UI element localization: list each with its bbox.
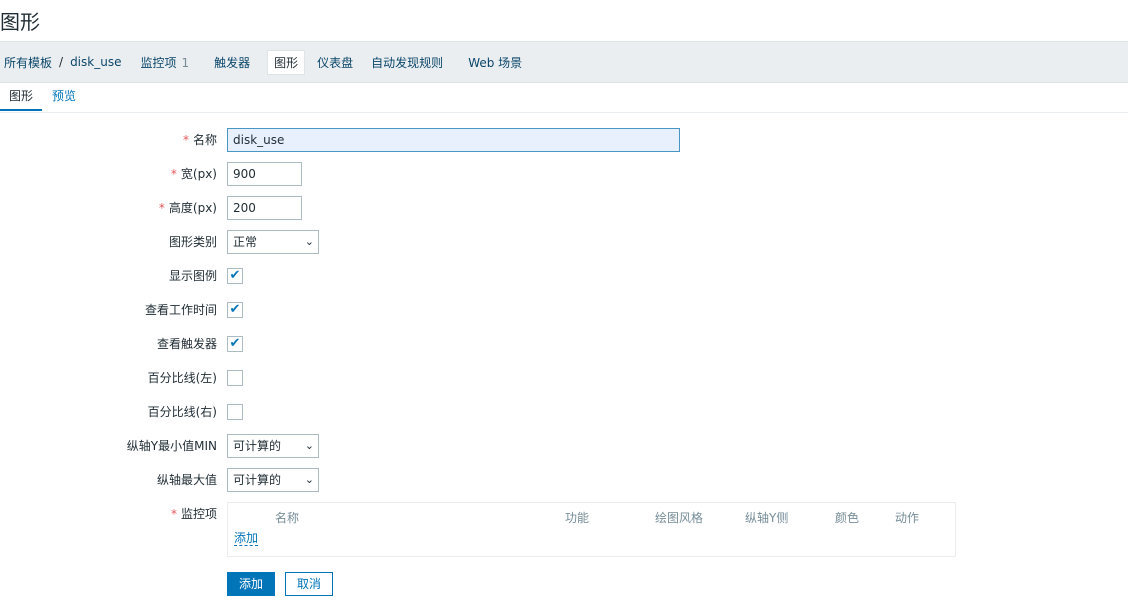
row-percentile-left: 百分比线(左) xyxy=(0,366,1128,392)
row-show-triggers: 查看触发器 ✔ xyxy=(0,332,1128,358)
items-col-name: 名称 xyxy=(275,511,300,525)
items-col-y-side: 纵轴Y侧 xyxy=(745,511,789,525)
subtab-preview[interactable]: 预览 xyxy=(52,82,76,111)
ymin-value: 可计算的 xyxy=(233,439,282,453)
tab-items-label: 监控项 xyxy=(140,55,177,70)
percentile-right-checkbox[interactable] xyxy=(227,404,243,420)
items-col-color: 颜色 xyxy=(835,511,860,525)
row-show-working-time: 查看工作时间 ✔ xyxy=(0,298,1128,324)
tab-items-count: 1 xyxy=(181,55,190,70)
row-graph-type: 图形类别 正常 ⌄ xyxy=(0,230,1128,256)
row-width: * 宽(px) xyxy=(0,162,1128,188)
tab-triggers[interactable]: 触发器 xyxy=(208,51,256,74)
page-title: 图形 xyxy=(0,10,40,34)
row-percentile-right: 百分比线(右) xyxy=(0,400,1128,426)
chevron-down-icon: ⌄ xyxy=(304,235,314,248)
name-input[interactable] xyxy=(227,128,680,152)
check-icon: ✔ xyxy=(229,268,241,283)
breadcrumb-all-templates[interactable]: 所有模板 xyxy=(4,54,52,71)
required-mark: * xyxy=(158,201,165,215)
ymax-select[interactable]: 可计算的 ⌄ xyxy=(227,468,319,492)
check-icon: ✔ xyxy=(229,302,241,317)
graph-type-value: 正常 xyxy=(233,235,258,249)
tab-dashboards[interactable]: 仪表盘 xyxy=(311,51,359,74)
show-working-time-checkbox[interactable]: ✔ xyxy=(227,302,243,318)
height-input[interactable] xyxy=(227,196,302,220)
required-mark: * xyxy=(170,507,177,521)
height-label: * 高度(px) xyxy=(159,196,217,222)
required-mark: * xyxy=(170,167,177,181)
chevron-down-icon: ⌄ xyxy=(304,439,314,452)
tab-discovery[interactable]: 自动发现规则 xyxy=(365,51,449,74)
tab-graphs[interactable]: 图形 xyxy=(267,49,306,75)
breadcrumb-template[interactable]: disk_use xyxy=(70,55,121,69)
percentile-right-label: 百分比线(右) xyxy=(147,405,217,419)
ymax-label: 纵轴最大值 xyxy=(156,473,217,487)
row-height: * 高度(px) xyxy=(0,196,1128,222)
tab-web[interactable]: Web 场景 xyxy=(462,51,528,74)
cancel-button[interactable]: 取消 xyxy=(285,572,333,596)
form-tabs: 图形 预览 xyxy=(0,82,1128,113)
items-table: 名称 功能 绘图风格 纵轴Y侧 颜色 动作 添加 xyxy=(227,502,956,557)
name-label: * 名称 xyxy=(183,128,217,154)
ymax-value: 可计算的 xyxy=(233,473,282,487)
subtab-graph[interactable]: 图形 xyxy=(0,82,42,111)
name-label-text: 名称 xyxy=(192,133,217,147)
check-icon: ✔ xyxy=(229,336,241,351)
width-input[interactable] xyxy=(227,162,302,186)
width-label-text: 宽(px) xyxy=(180,167,217,181)
items-col-function: 功能 xyxy=(565,511,590,525)
items-col-action: 动作 xyxy=(895,511,920,525)
ymin-select[interactable]: 可计算的 ⌄ xyxy=(227,434,319,458)
chevron-down-icon: ⌄ xyxy=(304,473,314,486)
row-show-legend: 显示图例 ✔ xyxy=(0,264,1128,290)
breadcrumb-separator: / xyxy=(59,55,64,69)
tab-items[interactable]: 监控项 1 xyxy=(134,51,195,74)
percentile-left-checkbox[interactable] xyxy=(227,370,243,386)
show-triggers-label: 查看触发器 xyxy=(156,337,217,351)
items-col-draw-style: 绘图风格 xyxy=(655,511,704,525)
ymin-label: 纵轴Y最小值MIN xyxy=(126,439,217,453)
graph-type-label: 图形类别 xyxy=(168,235,217,249)
show-triggers-checkbox[interactable]: ✔ xyxy=(227,336,243,352)
row-ymin: 纵轴Y最小值MIN 可计算的 ⌄ xyxy=(0,434,1128,460)
graph-type-select[interactable]: 正常 ⌄ xyxy=(227,230,319,254)
show-legend-label: 显示图例 xyxy=(168,269,217,283)
items-label: * 监控项 xyxy=(171,502,217,528)
items-label-text: 监控项 xyxy=(180,507,217,521)
breadcrumb: 所有模板 / disk_use 监控项 1 触发器 图形 仪表盘 自动发现规则 W… xyxy=(4,42,528,82)
percentile-left-label: 百分比线(左) xyxy=(147,371,217,385)
row-name: * 名称 xyxy=(0,128,1128,154)
height-label-text: 高度(px) xyxy=(168,201,217,215)
show-working-time-label: 查看工作时间 xyxy=(144,303,217,317)
add-item-link[interactable]: 添加 xyxy=(234,531,259,546)
required-mark: * xyxy=(182,133,189,147)
row-ymax: 纵轴最大值 可计算的 ⌄ xyxy=(0,468,1128,494)
show-legend-checkbox[interactable]: ✔ xyxy=(227,268,243,284)
navigation-bar: 所有模板 / disk_use 监控项 1 触发器 图形 仪表盘 自动发现规则 W… xyxy=(0,41,1128,83)
width-label: * 宽(px) xyxy=(171,162,217,188)
add-button[interactable]: 添加 xyxy=(227,572,275,596)
